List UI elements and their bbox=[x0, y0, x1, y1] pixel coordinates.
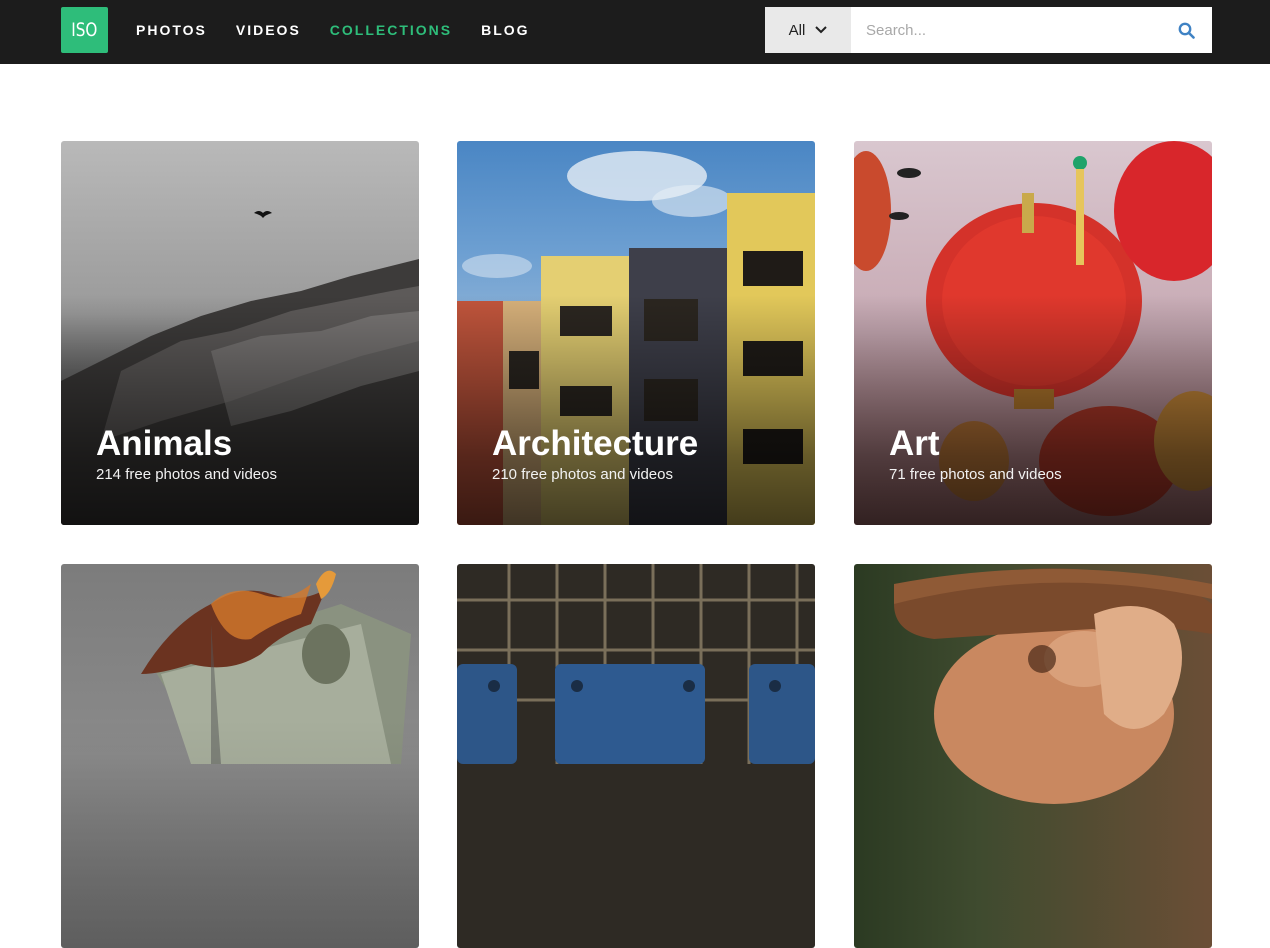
collection-title: Architecture bbox=[492, 424, 699, 463]
collection-title: Animals bbox=[96, 424, 233, 463]
collection-card-animals[interactable]: Animals 214 free photos and videos bbox=[61, 141, 419, 525]
collection-card-architecture[interactable]: Architecture 210 free photos and videos bbox=[457, 141, 815, 525]
search-bar: All bbox=[765, 7, 1212, 53]
woman-hat-image bbox=[894, 568, 1212, 804]
top-navigation-bar: ISO PHOTOS VIDEOS COLLECTIONS BLOG All bbox=[0, 0, 1270, 64]
tiles-image bbox=[457, 564, 815, 764]
collection-card-6[interactable] bbox=[854, 564, 1212, 948]
collection-count: 214 free photos and videos bbox=[96, 466, 277, 483]
chevron-down-icon bbox=[815, 26, 828, 34]
search-scope-dropdown[interactable]: All bbox=[765, 7, 851, 53]
card-overlay bbox=[61, 717, 419, 948]
nav-collections[interactable]: COLLECTIONS bbox=[330, 22, 452, 38]
card-overlay bbox=[854, 294, 1212, 525]
search-icon bbox=[1178, 22, 1195, 39]
nav-videos[interactable]: VIDEOS bbox=[236, 22, 301, 38]
search-button[interactable] bbox=[1160, 7, 1212, 53]
logo[interactable]: ISO bbox=[61, 7, 108, 53]
main-nav: PHOTOS VIDEOS COLLECTIONS BLOG bbox=[136, 0, 559, 60]
collection-count: 71 free photos and videos bbox=[889, 466, 1062, 483]
collection-card-5[interactable] bbox=[457, 564, 815, 948]
collection-title: Art bbox=[889, 424, 940, 463]
search-scope-value: All bbox=[788, 21, 806, 39]
logo-text: ISO bbox=[71, 19, 98, 41]
nav-photos[interactable]: PHOTOS bbox=[136, 22, 207, 38]
card-overlay bbox=[457, 294, 815, 525]
collection-count: 210 free photos and videos bbox=[492, 466, 673, 483]
nav-blog[interactable]: BLOG bbox=[481, 22, 529, 38]
collection-card-4[interactable] bbox=[61, 564, 419, 948]
collection-card-art[interactable]: Art 71 free photos and videos bbox=[854, 141, 1212, 525]
card-overlay bbox=[61, 294, 419, 525]
search-input[interactable] bbox=[851, 7, 1160, 53]
